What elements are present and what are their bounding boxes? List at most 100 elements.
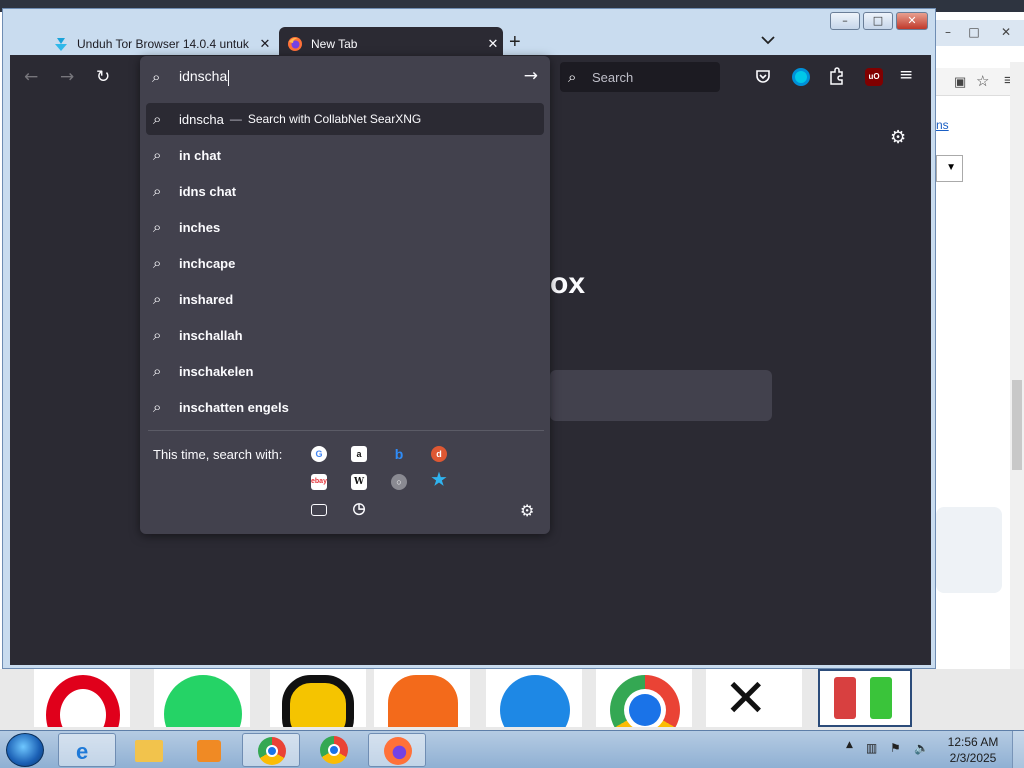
google-icon[interactable]: G: [311, 446, 327, 462]
suggestion-term: inschatten engels: [179, 399, 289, 415]
bing-icon[interactable]: b: [391, 446, 407, 462]
tabs-icon[interactable]: [311, 504, 327, 516]
newtab-hero-search[interactable]: [550, 370, 772, 421]
start-button[interactable]: [6, 733, 44, 767]
tab-title: Unduh Tor Browser 14.0.4 untuk: [77, 37, 249, 51]
history-icon[interactable]: ◷: [351, 501, 367, 517]
pocket-icon[interactable]: [755, 68, 771, 84]
text-caret: [228, 69, 230, 86]
opera-icon[interactable]: [34, 669, 130, 727]
show-hidden-icons-icon[interactable]: ▲: [846, 740, 853, 750]
search-icon: ⌕: [153, 398, 162, 416]
suggestion-term: inshared: [179, 291, 234, 307]
background-minimize-button[interactable]: –: [936, 24, 960, 40]
show-desktop-button[interactable]: [1012, 731, 1024, 768]
urlbar-value: idnscha: [179, 68, 228, 85]
bookmark-star-icon[interactable]: ☆: [976, 72, 989, 90]
list-all-tabs-icon[interactable]: [761, 33, 775, 48]
background-scrollbar-thumb[interactable]: [1012, 380, 1022, 470]
capcut-icon[interactable]: ✕: [706, 669, 802, 727]
wikipedia-icon[interactable]: W: [351, 474, 367, 490]
search-settings-gear-icon[interactable]: ⚙: [520, 501, 534, 520]
translate-icon[interactable]: ▣: [954, 74, 966, 90]
search-bar[interactable]: ⌕ Search: [560, 62, 720, 92]
clock-time: 12:56 AM: [947, 735, 999, 749]
background-link[interactable]: ns: [936, 118, 949, 132]
extensions-puzzle-icon[interactable]: [828, 67, 845, 85]
searxng-icon[interactable]: ○: [391, 474, 407, 490]
internet-explorer-icon: e: [76, 739, 89, 764]
reload-icon[interactable]: ↻: [96, 67, 110, 87]
taskbar-media-player[interactable]: [180, 733, 238, 767]
urlbar-input[interactable]: ⌕ idnscha →: [140, 56, 550, 98]
background-close-button[interactable]: ✕: [994, 24, 1018, 40]
app-shortcut-strip: ✕: [0, 669, 1024, 730]
volume-muted-icon[interactable]: 🔈: [914, 741, 929, 755]
back-arrow-icon[interactable]: ←: [24, 67, 38, 87]
firefox-logo-icon: [288, 37, 302, 51]
thunderbird-icon[interactable]: [486, 669, 582, 727]
search-placeholder: Search: [592, 69, 634, 85]
close-tab-icon[interactable]: ✕: [483, 36, 503, 52]
forward-arrow-icon[interactable]: →: [60, 67, 74, 87]
action-center-flag-icon[interactable]: ⚑: [890, 741, 901, 755]
search-icon: ⌕: [153, 110, 162, 128]
taskbar-chrome-2[interactable]: [305, 733, 363, 767]
suggestion-list: ⌕ idnscha — Search with CollabNet SearXN…: [146, 103, 544, 425]
taskbar-chrome-1[interactable]: [242, 733, 300, 767]
background-dropdown[interactable]: ▼: [936, 155, 963, 182]
suggestion-separator: —: [229, 112, 242, 126]
ublock-origin-icon[interactable]: uO: [865, 68, 883, 86]
suggestion-row[interactable]: ⌕ in chat: [146, 137, 544, 173]
background-maximize-button[interactable]: □: [962, 24, 986, 40]
ldplayer-icon[interactable]: [270, 669, 366, 727]
go-arrow-icon[interactable]: →: [524, 66, 538, 86]
suggestion-row-heuristic[interactable]: ⌕ idnscha — Search with CollabNet SearXN…: [146, 103, 544, 135]
vpn-extension-icon[interactable]: [792, 68, 810, 86]
suggestion-action: Search with CollabNet SearXNG: [247, 112, 422, 126]
suggestion-term: inschallah: [179, 327, 243, 343]
search-icon: ⌕: [153, 362, 162, 380]
suggestion-row[interactable]: ⌕ inschatten engels: [146, 389, 544, 425]
new-tab-button[interactable]: +: [509, 31, 521, 54]
duckduckgo-icon[interactable]: d: [431, 446, 447, 462]
windows-taskbar: e ▲ ▥ ⚑ 🔈 12:56 AM 2/3/2025: [0, 730, 1024, 768]
suggestion-row[interactable]: ⌕ inches: [146, 209, 544, 245]
search-icon: ⌕: [152, 68, 161, 86]
taskbar-firefox[interactable]: [368, 733, 426, 767]
close-tab-icon[interactable]: ✕: [255, 36, 275, 52]
battery-app-icon[interactable]: [818, 669, 912, 727]
ebay-icon[interactable]: ebay: [311, 474, 327, 490]
suggestion-term: idnscha: [179, 111, 224, 127]
whatsapp-icon[interactable]: [154, 669, 250, 727]
chrome-icon[interactable]: [596, 669, 692, 727]
suggestion-row[interactable]: ⌕ inschallah: [146, 317, 544, 353]
clock-date: 2/3/2025: [949, 751, 997, 765]
hamburger-menu-icon[interactable]: ≡: [899, 65, 913, 85]
suggestion-row[interactable]: ⌕ inschakelen: [146, 353, 544, 389]
urlbar-results-popup: ⌕ idnscha → ⌕ idnscha — Search with Coll…: [140, 56, 550, 534]
search-icon: ⌕: [153, 146, 162, 164]
tab-title: New Tab: [311, 37, 358, 51]
suggestion-term: inschakelen: [179, 363, 254, 379]
suggestion-term: inches: [179, 219, 221, 235]
one-off-label: This time, search with:: [153, 447, 283, 462]
taskbar-internet-explorer[interactable]: e: [58, 733, 116, 767]
background-card: [936, 507, 1002, 593]
suggestion-term: inchcape: [179, 255, 236, 271]
search-icon: ⌕: [153, 218, 162, 236]
amazon-icon[interactable]: a: [351, 446, 367, 462]
divider: [148, 430, 544, 431]
taskbar-file-explorer[interactable]: [120, 733, 178, 767]
download-arrow-icon: [55, 38, 67, 51]
bookmark-star-icon[interactable]: ★: [431, 471, 447, 488]
sparkle-app-icon[interactable]: [374, 669, 470, 727]
firefox-wordmark: ox: [550, 267, 586, 300]
system-clock[interactable]: 12:56 AM 2/3/2025: [944, 734, 1002, 766]
customize-gear-icon[interactable]: ⚙: [890, 127, 906, 148]
suggestion-row[interactable]: ⌕ idns chat: [146, 173, 544, 209]
suggestion-row[interactable]: ⌕ inchcape: [146, 245, 544, 281]
network-icon[interactable]: ▥: [866, 741, 877, 755]
suggestion-row[interactable]: ⌕ inshared: [146, 281, 544, 317]
suggestion-term: in chat: [179, 147, 221, 163]
